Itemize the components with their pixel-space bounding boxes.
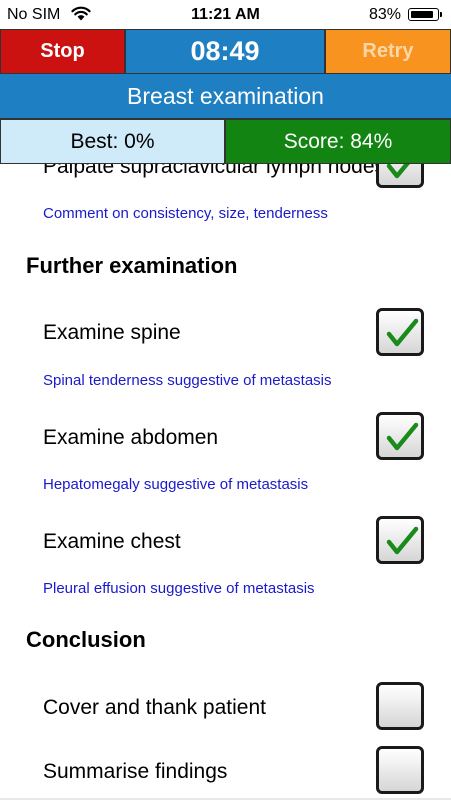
checkmark-icon — [386, 526, 419, 555]
item-label-examine-abdomen: Examine abdomen — [43, 426, 219, 449]
checkbox-examine-abdomen[interactable] — [376, 412, 424, 460]
checkbox-examine-chest[interactable] — [376, 516, 424, 564]
item-label-cover-thank: Cover and thank patient — [43, 696, 266, 719]
page-title: Breast examination — [0, 74, 451, 119]
comment-examine-abdomen: Hepatomegaly suggestive of metastasis — [43, 476, 309, 493]
section-heading-further-examination: Further examination — [26, 253, 238, 278]
item-label-palpate-supraclavicular: Palpate supraclavicular lymph nodes — [43, 164, 386, 178]
comment-examine-spine: Spinal tenderness suggestive of metastas… — [43, 372, 332, 389]
item-label-examine-spine: Examine spine — [43, 321, 181, 344]
comment-palpate-supraclavicular: Comment on consistency, size, tenderness — [43, 205, 328, 222]
checkmark-icon — [386, 318, 419, 347]
checklist[interactable]: Palpate supraclavicular lymph nodes Comm… — [0, 164, 451, 798]
battery-icon — [408, 8, 439, 21]
section-heading-conclusion: Conclusion — [26, 627, 146, 652]
checkbox-examine-spine[interactable] — [376, 308, 424, 356]
current-score: Score: 84% — [225, 119, 451, 164]
item-label-examine-chest: Examine chest — [43, 530, 181, 553]
checkbox-summarise[interactable] — [376, 746, 424, 794]
battery-tip — [440, 12, 442, 17]
checkbox-palpate-supraclavicular[interactable] — [376, 164, 424, 188]
retry-button[interactable]: Retry — [325, 29, 451, 74]
timer: 08:49 — [125, 29, 325, 74]
comment-examine-chest: Pleural effusion suggestive of metastasi… — [43, 580, 315, 597]
stop-button[interactable]: Stop — [0, 29, 125, 74]
battery-percent: 83% — [369, 6, 402, 23]
checkmark-icon — [386, 164, 410, 179]
score-bar: Best: 0% Score: 84% — [0, 119, 451, 164]
status-bar: No SIM 11:21 AM 83% — [0, 0, 451, 29]
top-toolbar: Stop 08:49 Retry — [0, 29, 451, 74]
best-score: Best: 0% — [0, 119, 225, 164]
checkbox-cover-thank[interactable] — [376, 682, 424, 730]
item-label-summarise: Summarise findings — [43, 760, 228, 783]
checkmark-icon — [386, 422, 419, 451]
